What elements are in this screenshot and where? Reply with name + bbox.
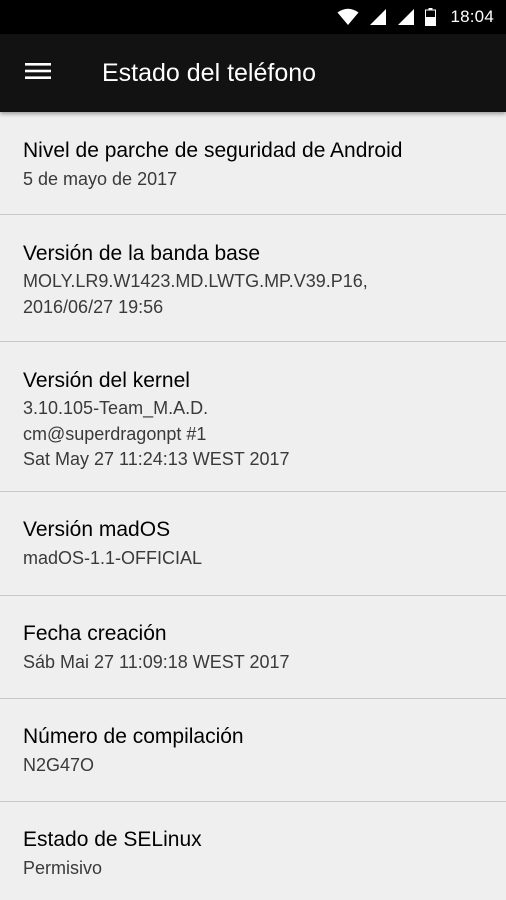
- pref-build-number[interactable]: Número de compilación N2G47O: [0, 699, 506, 801]
- summary-line: cm@superdragonpt #1: [23, 423, 207, 444]
- summary-line: Sat May 27 11:24:13 WEST 2017: [23, 449, 290, 469]
- summary-line: Permisivo: [23, 858, 103, 878]
- pref-build-date[interactable]: Fecha creación Sáb Mai 27 11:09:18 WEST …: [0, 596, 506, 698]
- settings-list: Nivel de parche de seguridad de Android …: [0, 112, 506, 900]
- pref-selinux-status[interactable]: Estado de SELinux Permisivo: [0, 802, 506, 900]
- pref-summary: N2G47O: [23, 753, 94, 779]
- signal-icon: [369, 8, 387, 26]
- app-bar: Estado del teléfono: [0, 34, 506, 112]
- page-title: Estado del teléfono: [102, 59, 317, 87]
- pref-baseband-version[interactable]: Versión de la banda base MOLY.LR9.W1423.…: [0, 215, 506, 341]
- summary-line: MOLY.LR9.W1423.MD.LWTG.MP.V39.P16,: [23, 271, 368, 291]
- status-bar: 18:04: [0, 0, 506, 34]
- pref-title: Versión de la banda base: [23, 242, 261, 265]
- summary-line: 5 de mayo de 2017: [23, 169, 178, 189]
- pref-security-patch[interactable]: Nivel de parche de seguridad de Android …: [0, 112, 506, 214]
- status-time: 18:04: [450, 7, 494, 26]
- pref-title: Número de compilación: [23, 725, 244, 748]
- status-icons: 18:04: [337, 0, 494, 34]
- battery-icon: [425, 8, 437, 26]
- summary-line: 2016/06/27 19:56: [23, 296, 164, 317]
- summary-line: Sáb Mai 27 11:09:18 WEST 2017: [23, 652, 290, 672]
- pref-summary: 5 de mayo de 2017: [23, 167, 177, 193]
- pref-title: Nivel de parche de seguridad de Android: [23, 139, 403, 162]
- wifi-icon: [337, 8, 359, 26]
- pref-title: Versión madOS: [23, 518, 171, 541]
- hamburger-menu-icon: [25, 62, 51, 85]
- pref-summary: MOLY.LR9.W1423.MD.LWTG.MP.V39.P16, 2016/…: [23, 269, 368, 320]
- summary-line: madOS-1.1-OFFICIAL: [23, 548, 203, 568]
- pref-title: Versión del kernel: [23, 369, 190, 392]
- pref-summary: 3.10.105-Team_M.A.D. cm@superdragonpt #1…: [23, 396, 290, 473]
- pref-kernel-version[interactable]: Versión del kernel 3.10.105-Team_M.A.D. …: [0, 342, 506, 491]
- pref-summary: madOS-1.1-OFFICIAL: [23, 546, 202, 572]
- pref-summary: Sáb Mai 27 11:09:18 WEST 2017: [23, 650, 290, 676]
- summary-line: N2G47O: [23, 755, 95, 775]
- pref-title: Fecha creación: [23, 622, 167, 645]
- pref-title: Estado de SELinux: [23, 828, 202, 851]
- signal-icon: [397, 8, 415, 26]
- summary-line: 3.10.105-Team_M.A.D.: [23, 398, 209, 418]
- menu-button[interactable]: [14, 49, 62, 97]
- pref-mados-version[interactable]: Versión madOS madOS-1.1-OFFICIAL: [0, 492, 506, 595]
- pref-summary: Permisivo: [23, 856, 102, 882]
